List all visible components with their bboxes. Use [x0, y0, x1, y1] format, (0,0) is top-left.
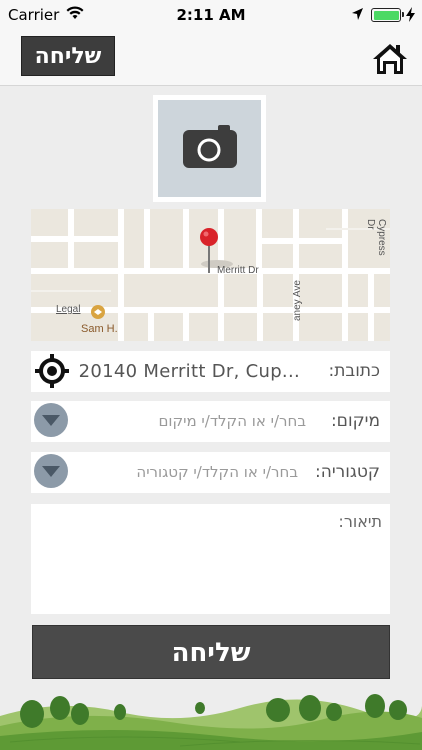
place-label: Sam H.	[81, 323, 118, 335]
locate-icon[interactable]	[34, 353, 70, 389]
nav-bar: שליחה	[0, 30, 422, 86]
camera-icon	[183, 125, 237, 168]
photo-placeholder[interactable]	[158, 100, 261, 197]
location-placeholder[interactable]: בחר/י או הקלד/י מיקום	[158, 412, 306, 430]
street-label-vertical: aney Ave	[292, 280, 303, 321]
home-icon[interactable]	[372, 42, 408, 76]
street-label: Merritt Dr	[217, 265, 259, 276]
battery-icon	[371, 8, 404, 22]
category-placeholder[interactable]: בחר/י או הקלד/י קטגוריה	[136, 463, 298, 481]
landscape-illustration	[0, 686, 422, 750]
map-legal-link[interactable]: Legal	[56, 304, 80, 315]
description-label: תיאור:	[338, 512, 382, 531]
description-textarea[interactable]: תיאור:	[31, 504, 390, 614]
address-field[interactable]: 20140 Merritt Dr, Cup... כתובת:	[31, 351, 390, 392]
location-dropdown-icon[interactable]	[34, 403, 70, 439]
photo-picker[interactable]	[153, 95, 266, 202]
category-label: קטגוריה:	[315, 462, 380, 482]
location-label: מיקום:	[330, 411, 380, 431]
location-arrow-icon	[352, 8, 363, 20]
location-field[interactable]: בחר/י או הקלד/י מיקום מיקום:	[31, 401, 390, 442]
category-field[interactable]: בחר/י או הקלד/י קטגוריה קטגוריה:	[31, 452, 390, 493]
category-dropdown-icon[interactable]	[34, 454, 70, 490]
street-label-cypress: Cypress Dr	[365, 219, 387, 256]
map-streets	[31, 209, 390, 341]
location-map[interactable]: Merritt Dr Legal Sam H. aney Ave Cypress…	[31, 209, 390, 341]
send-button-top[interactable]: שליחה	[21, 36, 115, 76]
address-label: כתובת:	[328, 361, 380, 381]
status-bar: Carrier 2:11 AM	[0, 0, 422, 30]
charging-icon	[406, 7, 415, 22]
address-value[interactable]: 20140 Merritt Dr, Cup...	[79, 361, 300, 382]
submit-button[interactable]: שליחה	[32, 625, 390, 679]
